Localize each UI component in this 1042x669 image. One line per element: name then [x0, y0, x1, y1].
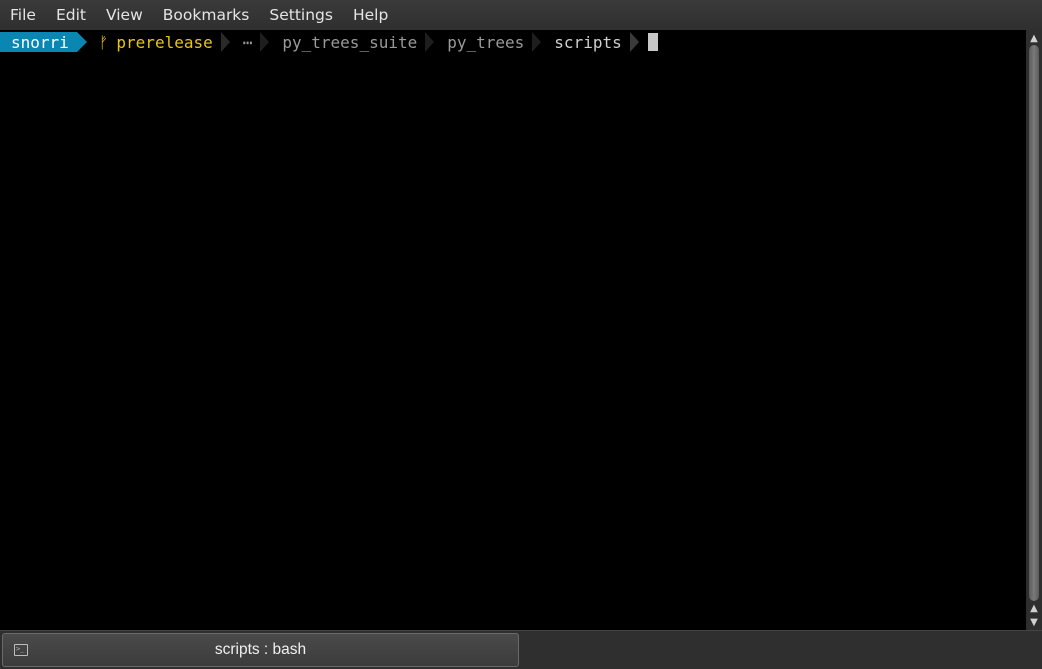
menu-edit[interactable]: Edit [46, 0, 96, 30]
scroll-down-icon[interactable]: ▼ [1026, 616, 1042, 630]
branch-name: prerelease [116, 32, 213, 52]
scroll-track[interactable] [1029, 45, 1039, 601]
scroll-up-icon[interactable]: ▲ [1026, 32, 1042, 46]
path-segment-current: scripts [544, 32, 630, 52]
menu-help[interactable]: Help [343, 0, 398, 30]
vertical-scrollbar[interactable]: ▲ ▲ ▼ [1026, 30, 1042, 630]
chevron-icon [629, 32, 642, 52]
menu-file[interactable]: File [0, 0, 46, 30]
path-segment: py_trees_suite [272, 32, 426, 52]
git-branch-icon: ᚠ [98, 32, 109, 52]
tab-scripts-bash[interactable]: >_ scripts : bash [2, 633, 519, 667]
menu-settings[interactable]: Settings [259, 0, 343, 30]
text-cursor [647, 33, 658, 51]
chevron-icon [260, 32, 272, 52]
scroll-thumb[interactable] [1029, 45, 1039, 601]
scroll-up-icon[interactable]: ▲ [1026, 602, 1042, 616]
menu-bar: File Edit View Bookmarks Settings Help [0, 0, 1042, 30]
shell-prompt: snorri ᚠ prerelease ⋯ py_trees_suite py_t… [0, 32, 658, 52]
prompt-git-branch: ᚠ prerelease [86, 32, 221, 52]
tab-bar: >_ scripts : bash [0, 630, 1042, 669]
chevron-icon [532, 32, 544, 52]
chevron-icon [425, 32, 437, 52]
prompt-user: snorri [0, 32, 77, 52]
menu-bookmarks[interactable]: Bookmarks [153, 0, 260, 30]
path-ellipsis: ⋯ [232, 32, 261, 52]
terminal-output[interactable]: snorri ᚠ prerelease ⋯ py_trees_suite py_t… [0, 30, 1026, 630]
chevron-icon [220, 32, 233, 52]
path-segment: py_trees [437, 32, 533, 52]
menu-view[interactable]: View [96, 0, 153, 30]
prompt-separator-icon [76, 32, 87, 52]
terminal-icon: >_ [14, 644, 28, 656]
tab-label: scripts : bash [214, 641, 307, 658]
